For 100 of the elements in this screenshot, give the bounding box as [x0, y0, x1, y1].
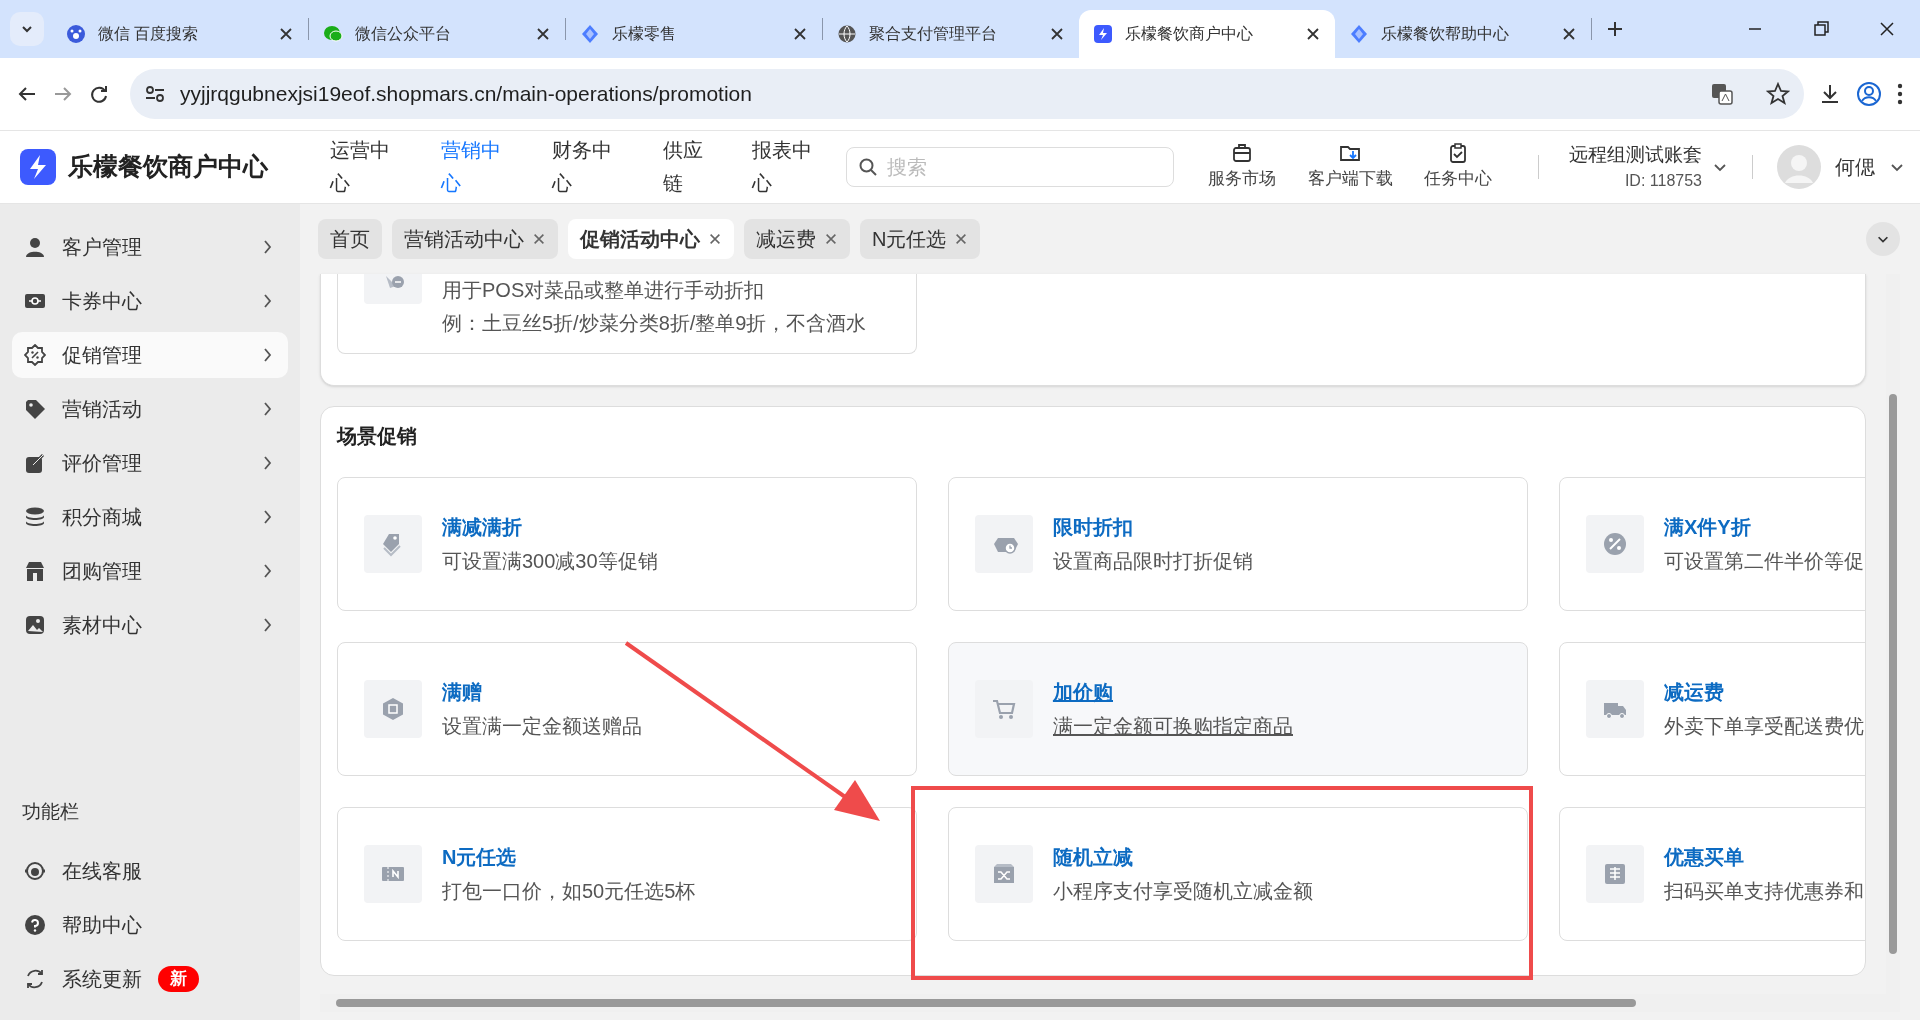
- browser-tab[interactable]: 微信公众平台: [309, 10, 565, 58]
- browser-tab[interactable]: 乐檬餐饮商户中心: [1079, 10, 1335, 58]
- promotion-card[interactable]: 随机立减 小程序支付享受随机立减金额: [948, 807, 1528, 942]
- app-logo-icon: [18, 147, 58, 187]
- profile-icon[interactable]: [1856, 81, 1882, 107]
- promotion-card[interactable]: 满X件Y折 可设置第二件半价等促: [1559, 477, 1865, 612]
- close-icon[interactable]: [278, 26, 294, 42]
- card-title: 满X件Y折: [1664, 515, 1752, 541]
- card-title: 减运费: [1664, 680, 1725, 706]
- page-tab[interactable]: 营销活动中心: [392, 219, 558, 260]
- search-field[interactable]: 搜索: [846, 147, 1174, 187]
- app-name: 乐檬餐饮商户中心: [68, 151, 268, 183]
- help-icon: [24, 914, 46, 936]
- close-icon[interactable]: [535, 26, 551, 42]
- close-icon[interactable]: [1561, 26, 1577, 42]
- card-description: 小程序支付享受随机立减金额: [1053, 879, 1313, 905]
- card-description: 设置商品限时打折促销: [1053, 549, 1253, 575]
- user-menu[interactable]: 何偲: [1777, 145, 1905, 189]
- nav-item[interactable]: 财务中心: [552, 134, 618, 200]
- translate-icon[interactable]: [1710, 82, 1734, 106]
- percent-badge-icon: [24, 344, 46, 366]
- image-icon: [24, 614, 46, 636]
- nav-item[interactable]: 运营中心: [330, 134, 396, 200]
- diamond-icon: [580, 24, 600, 44]
- diamond-icon: [1349, 24, 1369, 44]
- card-description: 外卖下单享受配送费优: [1664, 714, 1864, 740]
- nav-item[interactable]: 供应链: [663, 134, 707, 200]
- site-settings-icon: [144, 83, 166, 105]
- nav-item[interactable]: 报表中心: [752, 134, 818, 200]
- browser-tab[interactable]: 乐檬餐饮帮助中心: [1335, 10, 1591, 58]
- address-bar[interactable]: yyjjrqgubnexjsi19eof.shopmars.cn/main-operations/promotion: [130, 69, 1804, 119]
- sidebar-item[interactable]: 评价管理: [12, 440, 288, 486]
- search-icon: [858, 157, 878, 177]
- chat-bubble-icon: [323, 24, 343, 44]
- browser-tab[interactable]: 微信 百度搜索: [52, 10, 308, 58]
- headset-icon: [24, 860, 46, 882]
- close-icon[interactable]: [1305, 26, 1321, 42]
- promotion-card[interactable]: 加价购 满一定金额可换购指定商品: [948, 642, 1528, 777]
- browser-tab[interactable]: 聚合支付管理平台: [823, 10, 1079, 58]
- more-icon[interactable]: [1896, 82, 1904, 106]
- promotion-card[interactable]: 满赠 设置满一定金额送赠品: [337, 642, 917, 777]
- promotion-card[interactable]: 限时折扣 设置商品限时打折促销: [948, 477, 1528, 612]
- card-title: 限时折扣: [1053, 515, 1134, 541]
- header-tool[interactable]: 服务市场: [1192, 142, 1292, 192]
- page-tab[interactable]: 减运费: [744, 219, 850, 260]
- sidebar-item[interactable]: 团购管理: [12, 548, 288, 594]
- promotion-card[interactable]: 满减满折 可设置满300减30等促销: [337, 477, 917, 612]
- refresh-icon: [24, 968, 46, 990]
- avatar-icon: [1777, 145, 1821, 189]
- edit-note-icon: [24, 452, 46, 474]
- card-description: 设置满一定金额送赠品: [442, 714, 642, 740]
- card-description: 扫码买单支持优惠券和: [1664, 879, 1864, 905]
- close-icon[interactable]: [792, 26, 808, 42]
- page-tab[interactable]: 促销活动中心: [568, 219, 734, 260]
- card-description: 打包一口价，如50元任选5杯: [442, 879, 696, 905]
- section-label: 功能栏: [21, 799, 80, 824]
- card-title: N元任选: [442, 845, 518, 871]
- card-title: 优惠买单: [1664, 845, 1745, 871]
- header-tool[interactable]: 客户端下载: [1300, 142, 1400, 192]
- account-switcher[interactable]: 远程组测试账套 ID: 118753: [1569, 140, 1728, 194]
- close-icon[interactable]: [1878, 20, 1896, 38]
- new-badge: 新: [158, 966, 199, 992]
- promotion-card[interactable]: 用于POS对菜品或整单进行手动折扣 例：土豆丝5折/炒菜分类8折/整单9折，不含酒水: [337, 274, 917, 355]
- clipboard-check-icon: [1447, 142, 1469, 165]
- sidebar-item[interactable]: 客户管理: [12, 224, 288, 270]
- reload-icon[interactable]: [88, 83, 110, 105]
- card-description: 用于POS对菜品或整单进行手动折扣: [442, 278, 766, 304]
- card-description: 例：土豆丝5折/炒菜分类8折/整单9折，不含酒水: [442, 311, 867, 337]
- sidebar-tool[interactable]: 在线客服: [12, 848, 288, 894]
- close-icon[interactable]: [1049, 26, 1065, 42]
- sidebar-tool[interactable]: 帮助中心: [12, 902, 288, 948]
- header-tool[interactable]: 任务中心: [1408, 142, 1508, 192]
- sidebar-item[interactable]: 卡券中心: [12, 278, 288, 324]
- nav-item[interactable]: 营销中心: [441, 134, 507, 200]
- promotion-card[interactable]: N元任选 打包一口价，如50元任选5杯: [337, 807, 917, 942]
- briefcase-icon: [1231, 142, 1253, 165]
- sidebar-item[interactable]: 营销活动: [12, 386, 288, 432]
- page-tab[interactable]: N元任选: [860, 219, 981, 260]
- star-icon[interactable]: [1766, 82, 1790, 106]
- sidebar-item[interactable]: 素材中心: [12, 602, 288, 648]
- app-logo-icon: [1093, 24, 1113, 44]
- card-description: 可设置满300减30等促销: [442, 549, 658, 575]
- close-icon[interactable]: [708, 232, 722, 247]
- promotion-card[interactable]: 优惠买单 扫码买单支持优惠券和: [1559, 807, 1865, 942]
- section-title: 场景促销: [337, 424, 418, 450]
- sidebar-item[interactable]: 促销管理: [12, 332, 288, 378]
- page-tab[interactable]: 首页: [318, 219, 382, 260]
- person-icon: [24, 236, 46, 258]
- globe-icon: [837, 24, 857, 44]
- card-description: 可设置第二件半价等促: [1664, 549, 1864, 575]
- browser-tab[interactable]: 乐檬零售: [566, 10, 822, 58]
- new-tab-icon[interactable]: [1606, 20, 1624, 38]
- sidebar-tool[interactable]: 系统更新 新: [12, 956, 288, 1002]
- card-title: 满减满折: [442, 515, 523, 541]
- sidebar-item[interactable]: 积分商城: [12, 494, 288, 540]
- promotion-card[interactable]: 减运费 外卖下单享受配送费优: [1559, 642, 1865, 777]
- card-description: 满一定金额可换购指定商品: [1053, 714, 1293, 740]
- card-title: 满赠: [442, 680, 483, 706]
- paw-icon: [66, 24, 86, 44]
- restore-icon[interactable]: [1812, 20, 1830, 38]
